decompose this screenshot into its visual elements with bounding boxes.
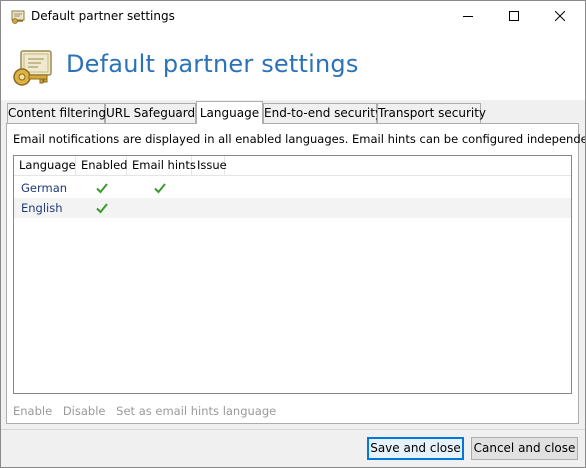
checkmark-icon <box>96 203 108 214</box>
cancel-and-close-button[interactable]: Cancel and close <box>471 437 578 460</box>
language-list[interactable]: Language Enabled Email hints Issue Germa… <box>13 155 572 394</box>
maximize-icon <box>509 11 519 21</box>
checkmark-icon <box>96 183 108 194</box>
disable-link[interactable]: Disable <box>63 404 106 418</box>
minimize-icon <box>463 16 473 17</box>
set-email-hints-link[interactable]: Set as email hints language <box>116 404 276 418</box>
language-cell: German <box>21 181 68 195</box>
tab-end-to-end-security[interactable]: End-to-end security <box>263 103 382 123</box>
row-actions: Enable Disable Set as email hints langua… <box>13 404 283 418</box>
close-icon <box>555 11 565 21</box>
list-header: Language Enabled Email hints Issue <box>14 156 571 176</box>
checkmark-icon <box>154 183 166 194</box>
language-cell: English <box>21 201 63 215</box>
tab-language[interactable]: Language <box>196 101 263 124</box>
column-header-email-hints[interactable]: Email hints <box>127 156 196 175</box>
column-header-enabled[interactable]: Enabled <box>76 156 127 175</box>
save-and-close-button[interactable]: Save and close <box>367 437 464 460</box>
table-row[interactable]: German <box>14 178 571 198</box>
tab-content-filtering[interactable]: Content filtering <box>7 103 106 123</box>
tab-transport-security[interactable]: Transport security <box>377 103 486 123</box>
certificate-key-icon <box>11 10 25 24</box>
certificate-key-icon <box>13 50 52 86</box>
table-row[interactable]: English <box>14 198 571 218</box>
dialog-footer: Save and close Cancel and close <box>1 430 585 467</box>
column-header-language[interactable]: Language <box>14 156 76 175</box>
dialog-header: Default partner settings <box>1 32 585 100</box>
dialog-window: Default partner settings Default partner… <box>0 0 586 468</box>
title-bar[interactable]: Default partner settings <box>1 1 585 32</box>
close-button[interactable] <box>537 1 583 32</box>
language-panel: Email notifications are displayed in all… <box>6 123 585 424</box>
enable-link[interactable]: Enable <box>13 404 52 418</box>
maximize-button[interactable] <box>491 1 537 32</box>
minimize-button[interactable] <box>445 1 491 32</box>
tab-url-safeguard[interactable]: URL Safeguard <box>105 103 196 123</box>
panel-description: Email notifications are displayed in all… <box>13 132 586 146</box>
column-header-issue[interactable]: Issue <box>192 156 227 175</box>
window-title: Default partner settings <box>31 9 175 23</box>
page-title: Default partner settings <box>66 50 359 78</box>
